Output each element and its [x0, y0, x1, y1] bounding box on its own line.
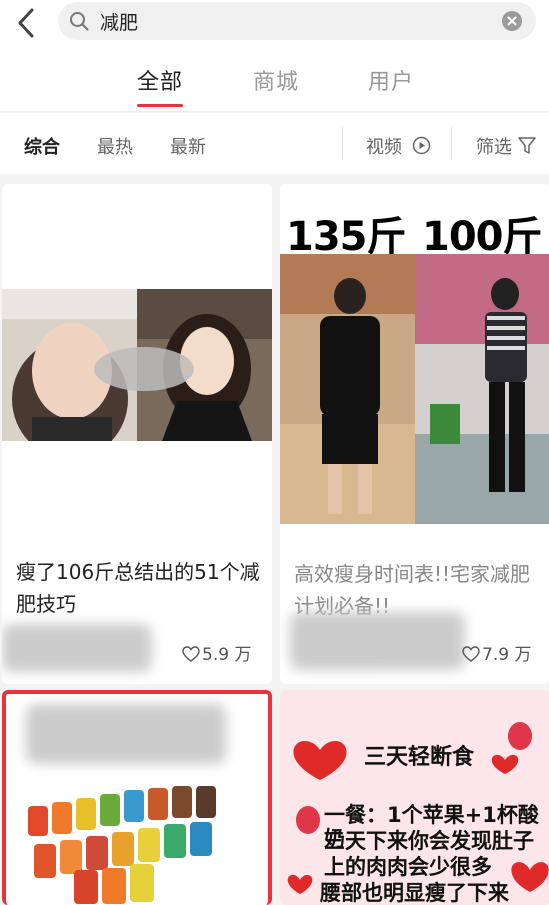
- product-bottles-image: [28, 786, 216, 904]
- note-card[interactable]: [2, 690, 272, 905]
- tab-users[interactable]: 用户: [368, 64, 414, 96]
- card-title[interactable]: 瘦了106斤总结出的51个减肥技巧: [16, 556, 261, 620]
- divider: [342, 127, 343, 160]
- like-count-value: 5.9 万: [202, 645, 252, 665]
- cover-line: 三天下来你会发现肚子: [324, 829, 534, 853]
- sort-comprehensive[interactable]: 综合: [24, 133, 60, 159]
- blurred-caption: [26, 704, 226, 764]
- filter-button[interactable]: 筛选: [476, 133, 512, 159]
- video-filter-button[interactable]: 视频: [366, 133, 402, 159]
- search-icon: [70, 12, 89, 31]
- sort-hottest[interactable]: 最热: [97, 133, 133, 159]
- divider: [451, 127, 452, 160]
- like-count[interactable]: 7.9 万: [462, 640, 531, 665]
- sort-newest[interactable]: 最新: [170, 133, 206, 159]
- search-input[interactable]: 减肥: [58, 2, 536, 40]
- heart-icon: [182, 646, 200, 662]
- cover-line: 上的肉肉会少很多: [324, 855, 492, 879]
- note-card[interactable]: 三天轻断食 一餐：1个苹果+1杯酸奶 三天下来你会发现肚子 上的肉肉会少很多 腰…: [280, 690, 549, 905]
- before-after-photo: [280, 254, 549, 524]
- cover-title: 三天轻断食: [364, 745, 475, 770]
- blurred-author: [290, 612, 465, 670]
- back-arrow-icon[interactable]: [10, 6, 44, 40]
- like-count-value: 7.9 万: [482, 645, 532, 665]
- clear-search-icon[interactable]: [502, 11, 522, 31]
- note-card[interactable]: 135斤 100斤 高效瘦身时间表!!宅家减肥计划必备!! 7.9 万: [280, 184, 549, 684]
- before-after-photo: [2, 289, 272, 441]
- heart-icon: [462, 646, 480, 662]
- top-bar: 减肥: [0, 0, 549, 48]
- play-circle-icon[interactable]: [412, 136, 431, 155]
- active-tab-indicator: [137, 104, 183, 107]
- sort-bar: 综合 最热 最新 视频 筛选: [0, 113, 549, 174]
- main-tabs: 全部 商城 用户: [0, 48, 549, 112]
- blurred-author: [2, 624, 152, 672]
- cover-line: 腰部也明显瘦了下来: [320, 881, 509, 905]
- tab-all[interactable]: 全部: [137, 64, 183, 96]
- tab-mall[interactable]: 商城: [253, 64, 299, 96]
- search-query-text[interactable]: 减肥: [100, 8, 138, 35]
- funnel-icon[interactable]: [518, 136, 536, 155]
- note-card[interactable]: 瘦了106斤总结出的51个减肥技巧 5.9 万: [2, 184, 272, 684]
- like-count[interactable]: 5.9 万: [182, 640, 251, 665]
